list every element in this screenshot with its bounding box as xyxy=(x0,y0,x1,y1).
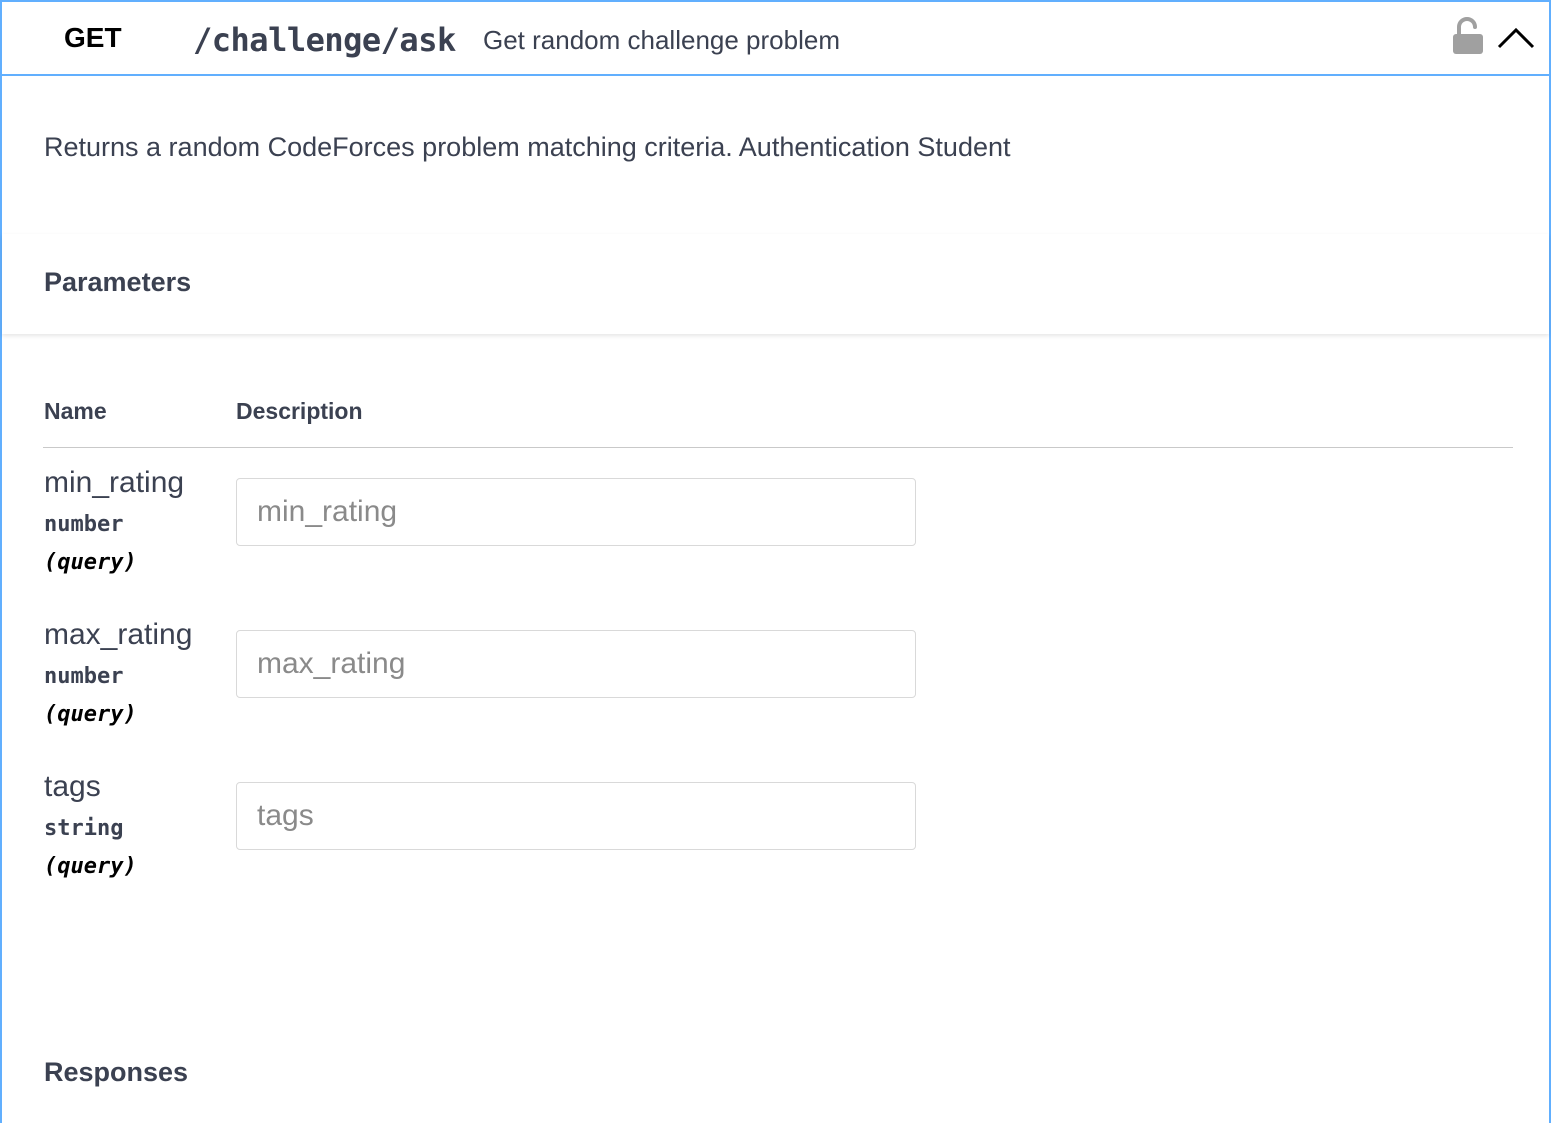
operation-description: Returns a random CodeForces problem matc… xyxy=(44,132,1011,162)
table-divider xyxy=(43,447,1513,448)
responses-title: Responses xyxy=(44,1057,189,1087)
parameter-row-tags: tags string (query) xyxy=(2,770,1549,920)
operation-summary[interactable]: GET /challenge/ask Get random challenge … xyxy=(2,2,1549,76)
collapse-button[interactable] xyxy=(1495,20,1537,56)
parameters-header: Parameters xyxy=(2,234,1549,334)
chevron-up-icon xyxy=(1497,27,1535,49)
tags-input[interactable] xyxy=(236,782,916,850)
parameter-name: max_rating xyxy=(44,618,193,651)
operation-body: Returns a random CodeForces problem matc… xyxy=(2,76,1549,1125)
operation-summary-text: Get random challenge problem xyxy=(483,25,840,55)
min-rating-input[interactable] xyxy=(236,478,916,546)
lock-open-icon xyxy=(1453,17,1483,54)
parameter-type: number xyxy=(44,664,124,689)
parameter-row-max-rating: max_rating number (query) xyxy=(2,618,1549,768)
parameter-type: number xyxy=(44,512,124,537)
parameters-title: Parameters xyxy=(44,267,192,297)
endpoint-path: /challenge/ask xyxy=(193,21,456,59)
parameter-row-min-rating: min_rating number (query) xyxy=(2,466,1549,616)
operation-block: GET /challenge/ask Get random challenge … xyxy=(0,0,1551,1125)
parameter-type: string xyxy=(44,816,124,841)
authorize-button[interactable] xyxy=(1448,16,1488,58)
parameter-location: (query) xyxy=(44,550,137,575)
parameter-location: (query) xyxy=(44,702,137,727)
parameter-location: (query) xyxy=(44,854,137,879)
http-method: GET xyxy=(64,22,122,53)
parameter-name: tags xyxy=(44,770,101,803)
column-header-name: Name xyxy=(44,398,107,424)
column-header-description: Description xyxy=(236,398,363,424)
max-rating-input[interactable] xyxy=(236,630,916,698)
parameter-name: min_rating xyxy=(44,466,185,499)
